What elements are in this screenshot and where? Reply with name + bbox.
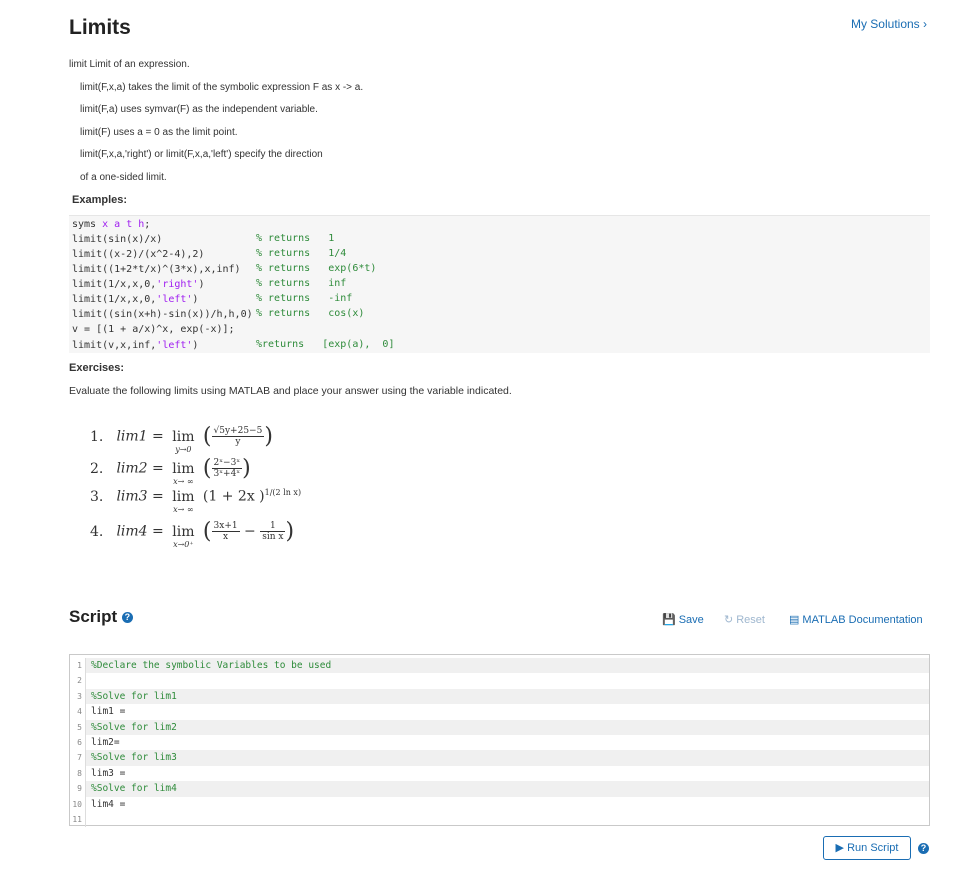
code-line[interactable]: lim2= [86, 735, 929, 750]
line-number: 10 [70, 796, 86, 812]
line-number: 5 [70, 719, 86, 735]
help-icon[interactable]: ? [918, 843, 929, 854]
code-line[interactable] [86, 673, 929, 688]
denominator: y [235, 437, 241, 447]
exercise-number: 2. [90, 460, 104, 477]
example-code: v = [(1 + a/x)^x, exp(-x)]; [72, 324, 235, 335]
example-comment: % returns -inf [256, 293, 353, 304]
limit-operator: lim y→0 [172, 428, 195, 454]
exercise-number: 3. [90, 488, 104, 505]
code-editor[interactable]: 1 %Declare the symbolic Variables to be … [69, 654, 930, 828]
limit-operator: lim x→ ∞ [172, 460, 195, 486]
numerator: 3x+1 [211, 521, 240, 532]
line-number: 1 [70, 658, 86, 674]
code-line[interactable]: %Solve for lim3 [86, 750, 929, 766]
save-icon: 💾 [662, 614, 676, 626]
run-script-button[interactable]: ▶ Run Script [823, 836, 911, 860]
script-title: Script ? [69, 607, 133, 627]
description-line: limit(F,x,a,'right') or limit(F,x,a,'lef… [80, 149, 323, 160]
fraction: 2ˣ−3ˣ 3ˣ+4ˣ [211, 458, 243, 479]
help-icon[interactable]: ? [121, 612, 133, 624]
line-number: 9 [70, 781, 86, 797]
example-comment: % returns 1/4 [256, 248, 347, 259]
exercise-variable: lim3 [116, 488, 148, 505]
limit-subscript: x→ ∞ [173, 476, 194, 486]
example-comment: % returns cos(x) [256, 308, 365, 319]
fraction: 1 sin x [260, 521, 286, 542]
code-line[interactable]: %Solve for lim1 [86, 688, 929, 705]
exponent: 1/(2 ln x) [264, 488, 302, 497]
code-line[interactable]: %Declare the symbolic Variables to be us… [86, 658, 929, 674]
exercise-body: (1 + 2x ) [202, 488, 265, 505]
exercise-variable: lim4 [116, 523, 148, 540]
reset-button[interactable]: ↻ Reset [724, 613, 765, 626]
example-code: limit(v,x,inf,'left') [72, 340, 199, 351]
example-comment: %returns [exp(a), 0] [256, 339, 395, 350]
description-line: of a one-sided limit. [80, 171, 167, 183]
line-number: 7 [70, 750, 86, 766]
exercises-label: Exercises: [69, 362, 125, 374]
reset-icon: ↻ [724, 614, 734, 626]
description-line: limit(F,a) uses symvar(F) as the indepen… [80, 104, 318, 115]
exercise-1: 1. lim1 = lim y→0 (√5y+25−5 y) [90, 424, 273, 454]
denominator: x [223, 532, 229, 542]
example-comment: % returns 1 [256, 233, 335, 244]
page-title: Limits [69, 16, 131, 39]
numerator: 1 [260, 521, 286, 532]
example-code: limit(1/x,x,0,'right') [72, 279, 205, 290]
exercise-4: 4. lim4 = lim x→0⁺ (3x+1 x − 1 sin x) [90, 519, 295, 549]
my-solutions-link[interactable]: My Solutions › [851, 17, 927, 31]
code-line[interactable]: lim3 = [86, 766, 929, 781]
example-code: limit((1+2*t/x)^(3*x),x,inf) [72, 264, 241, 275]
example-comment: % returns exp(6*t) [256, 263, 377, 274]
numerator: 2ˣ−3ˣ [211, 458, 243, 469]
example-code: limit((x-2)/(x^2-4),2) [72, 249, 205, 260]
denominator: 3ˣ+4ˣ [213, 469, 241, 479]
code-line[interactable] [86, 812, 929, 827]
line-number: 3 [70, 688, 86, 705]
book-icon: ▤ [789, 614, 800, 626]
line-number: 6 [70, 735, 86, 751]
matlab-docs-link[interactable]: ▤ MATLAB Documentation [789, 613, 923, 626]
line-number: 2 [70, 673, 86, 689]
limit-operator: lim x→0⁺ [172, 523, 195, 549]
exercise-variable: lim2 [116, 460, 148, 477]
exercise-number: 1. [90, 428, 104, 445]
instructions: Evaluate the following limits using MATL… [69, 385, 512, 397]
description-line: limit(F) uses a = 0 as the limit point. [80, 126, 238, 138]
code-line[interactable]: %Solve for lim4 [86, 781, 929, 797]
example-code: limit((sin(x+h)-sin(x))/h,h,0) [72, 309, 253, 320]
fraction: √5y+25−5 y [211, 426, 265, 447]
example-code: syms x a t h; [72, 219, 151, 230]
exercise-number: 4. [90, 523, 104, 540]
code-line[interactable]: lim4 = [86, 797, 929, 812]
exercise-2: 2. lim2 = lim x→ ∞ (2ˣ−3ˣ 3ˣ+4ˣ) [90, 456, 251, 486]
numerator: √5y+25−5 [211, 426, 265, 437]
denominator: sin x [262, 532, 284, 542]
description-line: limit(F,x,a) takes the limit of the symb… [80, 81, 364, 93]
fraction: 3x+1 x [211, 521, 240, 542]
code-line[interactable]: lim1 = [86, 704, 929, 719]
play-icon: ▶ [835, 842, 845, 854]
limit-subscript: y→0 [175, 444, 192, 454]
description: limit Limit of an expression. limit(F,x,… [69, 58, 363, 193]
limit-subscript: x→ ∞ [173, 504, 194, 514]
code-line[interactable]: %Solve for lim2 [86, 719, 929, 735]
exercise-variable: lim1 [116, 428, 148, 445]
example-code: limit(1/x,x,0,'left') [72, 294, 199, 305]
examples-code-block: syms x a t h; limit(sin(x)/x) limit((x-2… [69, 215, 930, 353]
example-code: limit(sin(x)/x) [72, 234, 163, 245]
limit-subscript: x→0⁺ [173, 539, 194, 549]
example-comment: % returns inf [256, 278, 347, 289]
limit-operator: lim x→ ∞ [172, 488, 195, 514]
save-button[interactable]: 💾 Save [662, 613, 704, 626]
examples-label: Examples: [72, 194, 128, 206]
exercise-3: 3. lim3 = lim x→ ∞ (1 + 2x )1/(2 ln x) [90, 488, 302, 514]
description-line: limit Limit of an expression. [69, 59, 190, 70]
line-number: 11 [70, 812, 86, 828]
line-number: 4 [70, 704, 86, 720]
line-number: 8 [70, 765, 86, 782]
